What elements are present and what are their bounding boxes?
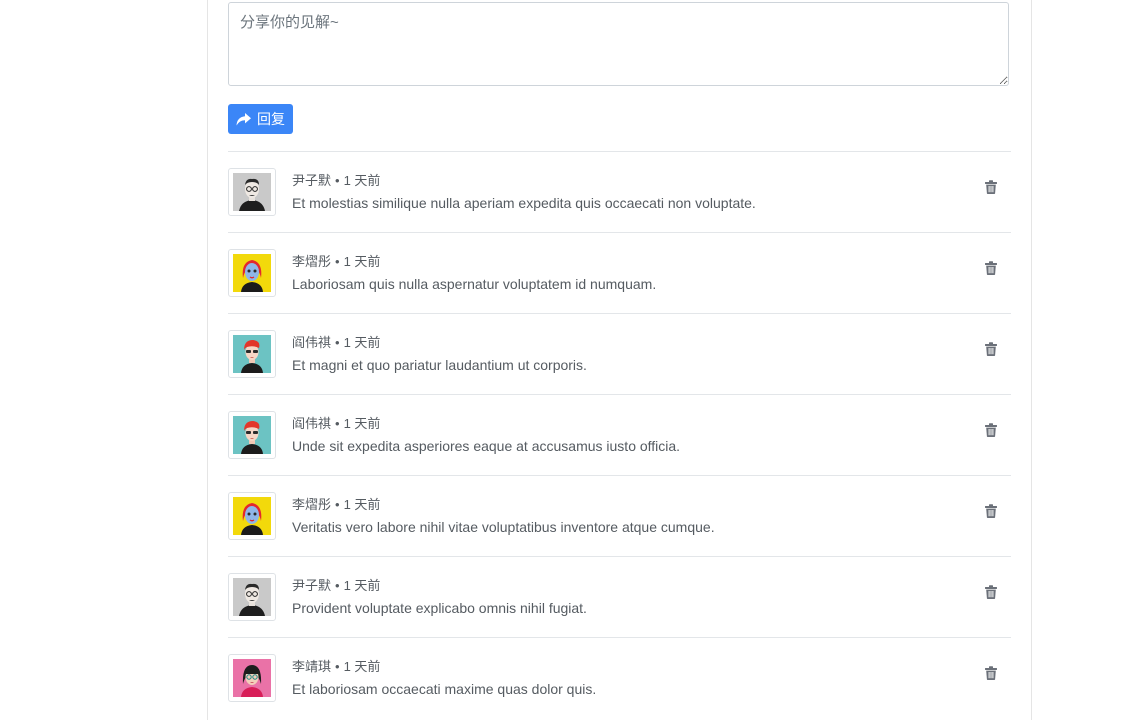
comment-text: Et molestias similique nulla aperiam exp… <box>292 195 756 211</box>
comment-time: 1 天前 <box>343 497 381 512</box>
comment-author[interactable]: 阎伟祺 <box>292 335 331 350</box>
reply-button-label: 回复 <box>257 111 285 127</box>
avatar[interactable] <box>228 168 276 216</box>
comment-author[interactable]: 尹子默 <box>292 578 331 593</box>
comment-list: 尹子默 • 1 天前 Et molestias similique nulla ap… <box>228 151 1011 718</box>
meta-separator: • <box>335 497 340 512</box>
trash-icon[interactable] <box>985 585 997 599</box>
comment-meta: 尹子默 • 1 天前 <box>292 575 380 594</box>
comment-time: 1 天前 <box>343 416 381 431</box>
comment-author[interactable]: 李熠彤 <box>292 497 331 512</box>
comment-item: 阎伟祺 • 1 天前 Et magni et quo pariatur laudan… <box>228 313 1011 394</box>
comment-author[interactable]: 李熠彤 <box>292 254 331 269</box>
comment-time: 1 天前 <box>343 578 381 593</box>
comment-time: 1 天前 <box>343 335 381 350</box>
trash-icon[interactable] <box>985 504 997 518</box>
comment-item: 李靖琪 • 1 天前 Et laboriosam occaecati maxime … <box>228 637 1011 718</box>
meta-separator: • <box>335 335 340 350</box>
comment-author[interactable]: 阎伟祺 <box>292 416 331 431</box>
comment-time: 1 天前 <box>343 173 381 188</box>
comment-meta: 李熠彤 • 1 天前 <box>292 494 380 513</box>
comment-meta: 李熠彤 • 1 天前 <box>292 251 380 270</box>
reply-textarea[interactable] <box>228 2 1009 86</box>
reply-button[interactable]: 回复 <box>228 104 293 134</box>
comment-meta: 阎伟祺 • 1 天前 <box>292 332 380 351</box>
comment-text: Unde sit expedita asperiores eaque at ac… <box>292 438 681 454</box>
comment-text: Provident voluptate explicabo omnis nihi… <box>292 600 587 616</box>
meta-separator: • <box>335 254 340 269</box>
meta-separator: • <box>335 659 340 674</box>
trash-icon[interactable] <box>985 261 997 275</box>
avatar[interactable] <box>228 411 276 459</box>
avatar[interactable] <box>228 654 276 702</box>
avatar[interactable] <box>228 330 276 378</box>
comment-item: 尹子默 • 1 天前 Provident voluptate explicabo o… <box>228 556 1011 637</box>
trash-icon[interactable] <box>985 180 997 194</box>
reply-arrow-icon <box>236 112 251 126</box>
comment-item: 李熠彤 • 1 天前 Laboriosam quis nulla aspernatu… <box>228 232 1011 313</box>
comment-item: 阎伟祺 • 1 天前 Unde sit expedita asperiores ea… <box>228 394 1011 475</box>
comment-text: Et magni et quo pariatur laudantium ut c… <box>292 357 587 373</box>
comment-meta: 阎伟祺 • 1 天前 <box>292 413 380 432</box>
meta-separator: • <box>335 578 340 593</box>
avatar[interactable] <box>228 492 276 540</box>
comment-meta: 李靖琪 • 1 天前 <box>292 656 380 675</box>
trash-icon[interactable] <box>985 423 997 437</box>
comment-time: 1 天前 <box>343 659 381 674</box>
meta-separator: • <box>335 173 340 188</box>
comment-text: Laboriosam quis nulla aspernatur volupta… <box>292 276 657 292</box>
avatar[interactable] <box>228 573 276 621</box>
comment-meta: 尹子默 • 1 天前 <box>292 170 380 189</box>
meta-separator: • <box>335 416 340 431</box>
trash-icon[interactable] <box>985 342 997 356</box>
comment-item: 李熠彤 • 1 天前 Veritatis vero labore nihil vit… <box>228 475 1011 556</box>
comment-item: 尹子默 • 1 天前 Et molestias similique nulla ap… <box>228 151 1011 232</box>
comment-author[interactable]: 李靖琪 <box>292 659 331 674</box>
comment-text: Et laboriosam occaecati maxime quas dolo… <box>292 681 597 697</box>
comment-author[interactable]: 尹子默 <box>292 173 331 188</box>
comment-text: Veritatis vero labore nihil vitae volupt… <box>292 519 715 535</box>
trash-icon[interactable] <box>985 666 997 680</box>
avatar[interactable] <box>228 249 276 297</box>
comment-time: 1 天前 <box>343 254 381 269</box>
